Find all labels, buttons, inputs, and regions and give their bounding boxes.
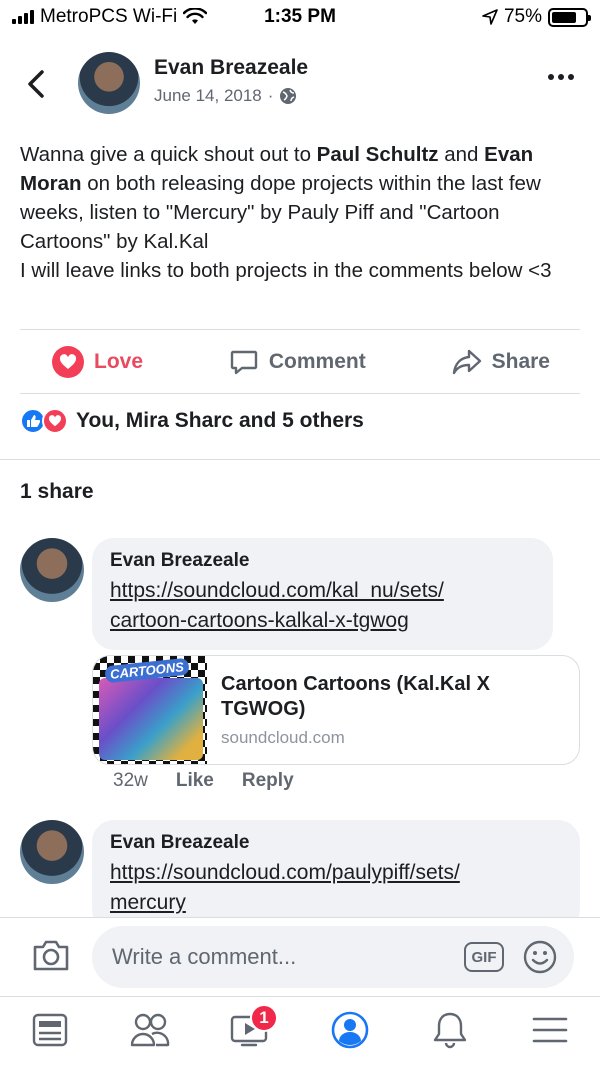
- back-chevron-icon[interactable]: [22, 64, 52, 104]
- news-feed-icon: [32, 1013, 68, 1047]
- comment-avatar[interactable]: [20, 538, 84, 602]
- tab-menu[interactable]: [520, 1000, 580, 1060]
- post-body: Wanna give a quick shout out to Paul Sch…: [20, 140, 580, 285]
- profile-icon: [331, 1011, 369, 1049]
- cover-art: [99, 678, 203, 760]
- heart-icon: [52, 346, 84, 378]
- comment-author[interactable]: Evan Breazeale: [110, 832, 562, 854]
- comment-age: 32w: [113, 770, 148, 791]
- love-button[interactable]: Love: [52, 346, 143, 378]
- bottom-tab-bar: 1: [0, 996, 600, 1067]
- location-arrow-icon: [482, 9, 498, 25]
- link-line: https://soundcloud.com/kal_nu/sets/: [110, 579, 444, 602]
- link-line: https://soundcloud.com/paulypiff/sets/: [110, 861, 460, 884]
- comment-link[interactable]: https://soundcloud.com/paulypiff/sets/ m…: [110, 858, 562, 918]
- comment-label: Comment: [268, 350, 366, 373]
- comment-reply-button[interactable]: Reply: [242, 770, 294, 792]
- tab-profile[interactable]: [320, 1000, 380, 1060]
- battery-icon: [548, 7, 591, 27]
- mention-paul-schultz[interactable]: Paul Schultz: [317, 143, 439, 166]
- separator-dot: ·: [267, 86, 274, 105]
- share-button[interactable]: Share: [452, 348, 550, 376]
- comment-bubble: Evan Breazeale https://soundcloud.com/pa…: [92, 820, 580, 932]
- tab-notifications[interactable]: [420, 1000, 480, 1060]
- share-count[interactable]: 1 share: [20, 480, 94, 504]
- status-bar-right: 75%: [482, 6, 591, 28]
- author-name[interactable]: Evan Breazeale: [154, 56, 308, 80]
- gif-button[interactable]: GIF: [464, 942, 504, 972]
- comment-button[interactable]: Comment: [229, 347, 366, 377]
- post-text-part: on both releasing dope projects within t…: [20, 172, 541, 253]
- comment-meta: 32w Like Reply: [113, 770, 294, 792]
- tab-news-feed[interactable]: [20, 1000, 80, 1060]
- link-line: mercury: [110, 891, 186, 914]
- comment-author[interactable]: Evan Breazeale: [110, 550, 535, 572]
- post-text-part: and: [438, 143, 485, 166]
- comment-avatar[interactable]: [20, 820, 84, 884]
- comment-composer: GIF: [0, 917, 600, 995]
- comment-bubble: Evan Breazeale https://soundcloud.com/ka…: [92, 538, 553, 650]
- link-preview-domain: soundcloud.com: [221, 728, 345, 747]
- link-preview-thumbnail: CARTOONS: [93, 656, 207, 764]
- post-date-row: June 14, 2018 ·: [154, 86, 297, 106]
- menu-hamburger-icon: [532, 1017, 568, 1043]
- globe-icon: [280, 88, 297, 104]
- comment-like-button[interactable]: Like: [176, 770, 214, 792]
- love-reaction-icon: [42, 408, 68, 434]
- link-line: cartoon-cartoons-kalkal-x-tgwog: [110, 609, 409, 632]
- author-avatar[interactable]: [78, 52, 140, 114]
- comment-link[interactable]: https://soundcloud.com/kal_nu/sets/ cart…: [110, 576, 535, 636]
- divider: [0, 459, 600, 460]
- share-arrow-icon: [452, 349, 481, 375]
- post-header: Evan Breazeale June 14, 2018 ·: [0, 44, 600, 124]
- tab-watch[interactable]: 1: [220, 1000, 280, 1060]
- link-preview-info: Cartoon Cartoons (Kal.Kal X TGWOG) sound…: [207, 656, 579, 764]
- divider: [20, 393, 580, 394]
- post-action-bar: Love Comment Share: [20, 332, 580, 392]
- notifications-bell-icon: [433, 1012, 467, 1049]
- tab-friends[interactable]: [120, 1000, 180, 1060]
- watch-notification-badge: 1: [250, 1004, 278, 1032]
- love-label: Love: [94, 350, 144, 373]
- post-text-part: I will leave links to both projects in t…: [20, 259, 552, 282]
- post-date[interactable]: June 14, 2018: [154, 86, 262, 106]
- reactions-text: You, Mira Sharc and 5 others: [76, 409, 364, 432]
- friends-icon: [130, 1013, 170, 1047]
- reactions-summary[interactable]: You, Mira Sharc and 5 others: [20, 408, 364, 434]
- divider: [20, 329, 580, 330]
- battery-percent: 75%: [503, 6, 542, 27]
- link-preview-card[interactable]: CARTOONS Cartoon Cartoons (Kal.Kal X TGW…: [92, 655, 580, 765]
- status-bar: MetroPCS Wi-Fi 1:35 PM 75%: [0, 0, 600, 34]
- emoji-icon[interactable]: [523, 940, 557, 974]
- comment-bubble-icon: [230, 350, 258, 375]
- reaction-icons: [20, 408, 68, 434]
- more-options-icon[interactable]: [548, 74, 574, 80]
- post-text-part: Wanna give a quick shout out to: [20, 143, 317, 166]
- share-label: Share: [491, 350, 550, 373]
- link-preview-title: Cartoon Cartoons (Kal.Kal X TGWOG): [221, 673, 490, 720]
- camera-icon[interactable]: [32, 938, 70, 972]
